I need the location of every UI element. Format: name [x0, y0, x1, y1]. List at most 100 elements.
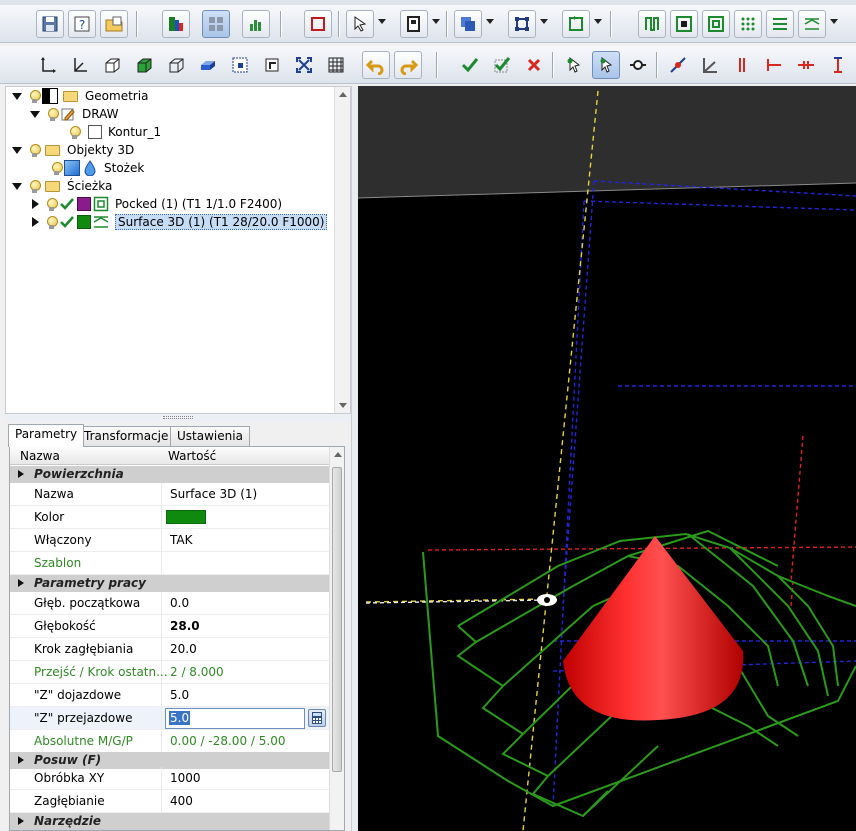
redo-icon[interactable]: [394, 51, 422, 79]
tab-parametry[interactable]: Parametry: [8, 424, 85, 447]
row-zaglebianie[interactable]: Zagłębianie 400: [10, 790, 330, 813]
view-shaded-icon[interactable]: [194, 51, 222, 79]
property-scrollbar[interactable]: [329, 447, 344, 830]
check-icon[interactable]: [59, 214, 75, 230]
chevron-down-icon[interactable]: [378, 19, 386, 24]
view-front-icon[interactable]: [130, 51, 158, 79]
dimension-t-icon[interactable]: [824, 51, 852, 79]
dimension-horizontal-icon[interactable]: [792, 51, 820, 79]
view-wire-icon[interactable]: [162, 51, 190, 79]
save-icon[interactable]: [36, 10, 64, 38]
scroll-down-icon[interactable]: [339, 403, 347, 408]
row-absolutne[interactable]: Absolutne M/G/P 0.00 / -28.00 / 5.00: [10, 730, 330, 753]
lightbulb-icon[interactable]: [29, 179, 41, 193]
dimension-left-icon[interactable]: [760, 51, 788, 79]
row-szablon[interactable]: Szablon: [10, 552, 330, 575]
surface-3d-icon[interactable]: [798, 10, 826, 38]
check-icon[interactable]: [59, 196, 75, 212]
category-narzedzie[interactable]: Narzędzie: [10, 813, 330, 830]
accept-check-icon[interactable]: [456, 51, 484, 79]
color-swatch-icon[interactable]: [77, 197, 91, 211]
tree-item-stozek[interactable]: Stożek: [48, 159, 144, 177]
tab-transformacje[interactable]: Transformacje: [77, 426, 176, 446]
chevron-down-icon[interactable]: [486, 19, 494, 24]
zoom-extents-icon[interactable]: [290, 51, 318, 79]
cancel-x-icon[interactable]: [520, 51, 548, 79]
expand-arrow-icon[interactable]: [18, 817, 24, 825]
lightbulb-icon[interactable]: [69, 125, 81, 139]
row-nazwa[interactable]: Nazwa Surface 3D (1): [10, 483, 330, 506]
undo-icon[interactable]: [362, 51, 390, 79]
color-swatch-icon[interactable]: [77, 215, 91, 229]
zoom-window-icon[interactable]: [226, 51, 254, 79]
z-przejazdowe-input[interactable]: 5.0: [165, 708, 305, 729]
axis-xz-icon[interactable]: [66, 51, 94, 79]
expand-arrow-icon[interactable]: [18, 756, 24, 764]
row-przejsc[interactable]: Przejść / Krok ostatn... 2 / 8.000: [10, 661, 330, 684]
open-folder-icon[interactable]: [100, 10, 128, 38]
angle-icon[interactable]: [696, 51, 724, 79]
node-edit-icon[interactable]: [508, 10, 536, 38]
select-frame-icon[interactable]: [304, 10, 332, 38]
row-obrobka-xy[interactable]: Obróbka XY 1000: [10, 767, 330, 790]
expand-arrow-icon[interactable]: [12, 182, 22, 190]
chevron-down-icon[interactable]: [830, 19, 838, 24]
row-z-dojazdowe[interactable]: "Z" dojazdowe 5.0: [10, 684, 330, 707]
tree-scrollbar[interactable]: [334, 87, 350, 413]
horizontal-splitter[interactable]: [5, 414, 351, 422]
start-point-icon[interactable]: [560, 51, 588, 79]
refresh-icon[interactable]: [562, 10, 590, 38]
row-wlaczony[interactable]: Włączony TAK: [10, 529, 330, 552]
expand-arrow-icon[interactable]: [12, 92, 22, 100]
drill-grid-icon[interactable]: [734, 10, 762, 38]
layers-color-icon[interactable]: [162, 10, 190, 38]
boolean-icon[interactable]: [454, 10, 482, 38]
expand-arrow-icon[interactable]: [12, 146, 22, 154]
expand-arrow-icon[interactable]: [18, 579, 24, 587]
dimension-vertical-icon[interactable]: [728, 51, 756, 79]
scroll-thumb[interactable]: [332, 467, 342, 772]
row-glebokosc[interactable]: Głębokość 28.0: [10, 615, 330, 638]
lightbulb-icon[interactable]: [46, 215, 58, 229]
lightbulb-icon[interactable]: [51, 161, 63, 175]
chevron-down-icon[interactable]: [594, 19, 602, 24]
expand-arrow-icon[interactable]: [30, 110, 40, 118]
tree-item-pocked[interactable]: Pocked (1) (T1 1/1.0 F2400): [32, 195, 282, 213]
calculator-icon[interactable]: [308, 709, 326, 727]
lightbulb-icon[interactable]: [46, 197, 58, 211]
vertical-splitter[interactable]: [351, 86, 358, 831]
chart-icon[interactable]: [242, 10, 270, 38]
tab-ustawienia[interactable]: Ustawienia: [170, 426, 250, 446]
category-parametry-pracy[interactable]: Parametry pracy: [10, 575, 330, 592]
tree-item-geometria[interactable]: Geometria: [12, 87, 148, 105]
axis-xy-icon[interactable]: [34, 51, 62, 79]
row-gleb-poczatkowa[interactable]: Głęb. początkowa 0.0: [10, 592, 330, 615]
grid-icon[interactable]: [322, 51, 350, 79]
measure-icon[interactable]: [664, 51, 692, 79]
pointer-icon[interactable]: [346, 10, 374, 38]
3d-viewport[interactable]: [358, 86, 856, 831]
cone-object[interactable]: [563, 536, 744, 721]
link-icon[interactable]: [624, 51, 652, 79]
category-powierzchnia[interactable]: Powierzchnia: [10, 466, 330, 483]
pocket-icon[interactable]: [670, 10, 698, 38]
tree-item-draw[interactable]: DRAW: [30, 105, 119, 123]
lightbulb-icon[interactable]: [29, 89, 41, 103]
row-kolor[interactable]: Kolor: [10, 506, 330, 529]
color-swatch[interactable]: [166, 510, 206, 524]
scroll-up-icon[interactable]: [339, 92, 347, 97]
tree-item-surface-3d[interactable]: Surface 3D (1) (T1 28/20.0 F1000): [32, 213, 328, 231]
expand-arrow-icon[interactable]: [32, 217, 39, 227]
snap-icon[interactable]: [400, 10, 428, 38]
scroll-up-icon[interactable]: [334, 452, 342, 457]
select-point-icon[interactable]: [592, 51, 620, 79]
accept-all-icon[interactable]: [488, 51, 516, 79]
tree-item-objekty-3d[interactable]: Objekty 3D: [12, 141, 134, 159]
row-z-przejazdowe[interactable]: "Z" przejazdowe 5.0: [10, 707, 330, 730]
expand-arrow-icon[interactable]: [18, 470, 24, 478]
help-icon[interactable]: ?: [68, 10, 96, 38]
grid-view-icon[interactable]: [202, 10, 230, 38]
scene-canvas[interactable]: [358, 86, 856, 831]
profile-icon[interactable]: [638, 10, 666, 38]
tree-item-kontur[interactable]: Kontur_1: [66, 123, 161, 141]
